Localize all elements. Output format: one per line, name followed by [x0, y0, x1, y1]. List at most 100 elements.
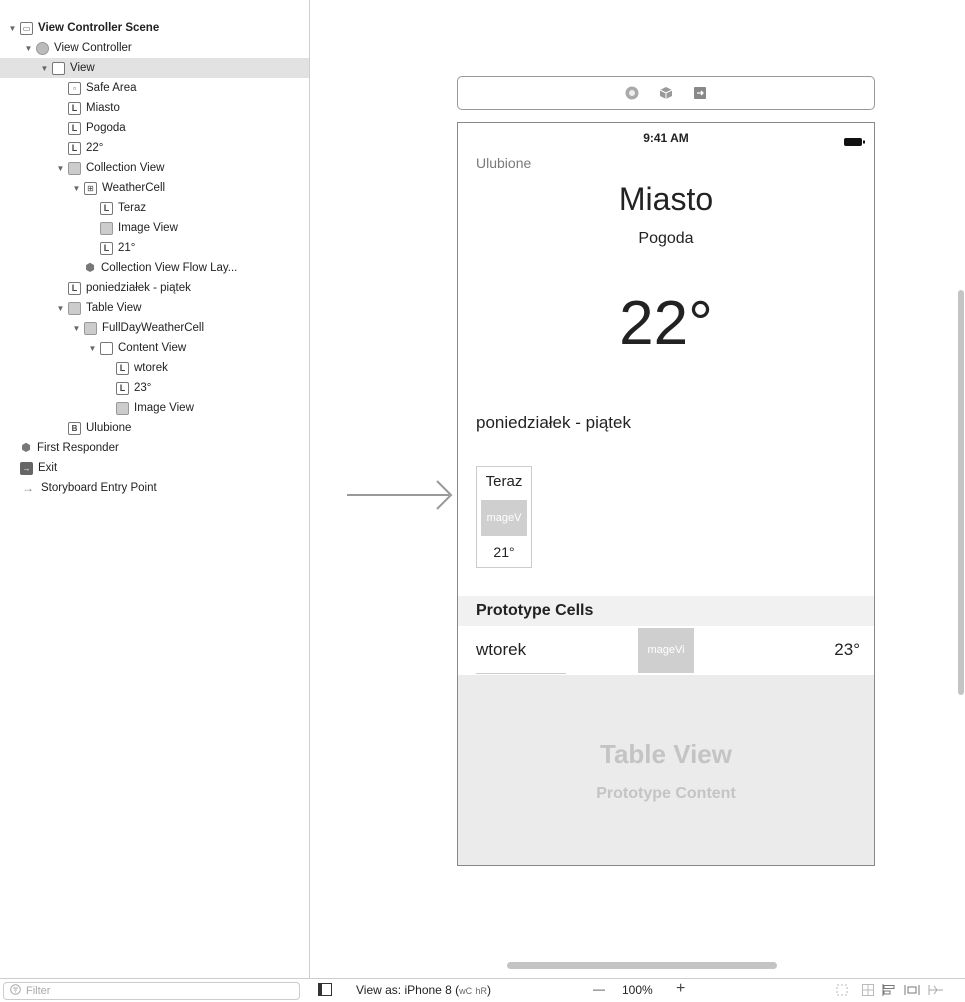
outline-item[interactable]: ▼ ⊞ WeatherCell: [0, 178, 309, 198]
table-view-icon: [68, 301, 81, 315]
outline-item[interactable]: ⬢ Collection View Flow Lay...: [0, 258, 309, 278]
view-controller-icon: [36, 41, 49, 55]
outline-item[interactable]: → Storyboard Entry Point: [0, 478, 309, 498]
resolve-issues-icon[interactable]: [928, 984, 944, 999]
disclosure-triangle-icon[interactable]: ▼: [72, 184, 81, 193]
outline-item[interactable]: ▼ View: [0, 58, 309, 78]
outline-item[interactable]: ▫ Safe Area: [0, 78, 309, 98]
outline-item-label: poniedziałek - piątek: [86, 282, 191, 294]
outline-item-label: 23°: [134, 382, 152, 394]
update-frames-icon[interactable]: [836, 984, 848, 999]
horizontal-scrollbar[interactable]: [507, 962, 777, 969]
zoom-level: 100%: [622, 983, 653, 997]
outline-item[interactable]: → Exit: [0, 458, 309, 478]
battery-icon: [844, 134, 866, 152]
disclosure-triangle-icon[interactable]: ▼: [40, 64, 49, 73]
outline-item[interactable]: Image View: [0, 398, 309, 418]
outline-item[interactable]: ⬢ First Responder: [0, 438, 309, 458]
outline-item[interactable]: ▼ View Controller: [0, 38, 309, 58]
weather-collection-cell[interactable]: Teraz mageV 21°: [476, 466, 532, 568]
embed-in-stack-icon[interactable]: [862, 984, 874, 999]
filter-field[interactable]: Filter: [3, 982, 300, 1000]
add-constraints-icon[interactable]: [904, 984, 920, 999]
view-as-device[interactable]: View as: iPhone 8 (wC hR): [356, 983, 491, 997]
days-label[interactable]: poniedziałek - piątek: [476, 413, 631, 433]
image-view-icon: [116, 401, 129, 415]
cell-separator: [476, 673, 566, 674]
table-placeholder-title: Table View: [600, 739, 732, 769]
outline-item[interactable]: Lponiedziałek - piątek: [0, 278, 309, 298]
outline-item[interactable]: L 23°: [0, 378, 309, 398]
disclosure-triangle-icon[interactable]: ▼: [56, 164, 65, 173]
view-controller-scene[interactable]: 9:41 AM Ulubione Miasto Pogoda 22° ponie…: [457, 122, 875, 866]
first-responder-dock-icon[interactable]: [659, 86, 673, 100]
city-label[interactable]: Miasto: [458, 181, 874, 218]
scene-dock: [457, 76, 875, 110]
weather-label[interactable]: Pogoda: [458, 230, 874, 248]
outline-item-label: 22°: [86, 142, 104, 154]
outline-item[interactable]: L Teraz: [0, 198, 309, 218]
exit-dock-icon[interactable]: [693, 86, 707, 100]
cell-image-view: mageV: [481, 500, 527, 536]
disclosure-triangle-icon[interactable]: ▼: [88, 344, 97, 353]
outline-item[interactable]: Lwtorek: [0, 358, 309, 378]
scene-icon: ▭: [20, 21, 33, 35]
outline-item-label: Safe Area: [86, 82, 137, 94]
outline-item-label: Image View: [134, 402, 194, 414]
outline-item[interactable]: Image View: [0, 218, 309, 238]
storyboard-entry-arrow[interactable]: [345, 470, 455, 520]
collection-view-icon: [68, 161, 81, 175]
first-responder-icon: ⬢: [20, 441, 32, 454]
table-placeholder-subtitle: Prototype Content: [596, 785, 736, 802]
disclosure-triangle-icon[interactable]: ▼: [56, 304, 65, 313]
outline-item-label: Collection View: [86, 162, 165, 174]
outline-item-label: Content View: [118, 342, 187, 354]
outline-item[interactable]: B Ulubione: [0, 418, 309, 438]
outline-item[interactable]: L 21°: [0, 238, 309, 258]
outline-item-label: wtorek: [134, 362, 168, 374]
temperature-label[interactable]: 22°: [458, 288, 874, 359]
outline-item[interactable]: ▼ Collection View: [0, 158, 309, 178]
disclosure-triangle-icon[interactable]: ▼: [24, 44, 33, 53]
disclosure-triangle-icon[interactable]: ▼: [72, 324, 81, 333]
filter-icon: [10, 984, 21, 998]
table-cell-icon: [84, 321, 97, 335]
label-icon: L: [116, 361, 129, 375]
table-view-placeholder[interactable]: Table View Prototype Content: [458, 675, 874, 865]
outline-item[interactable]: L 22°: [0, 138, 309, 158]
view-icon: [100, 341, 113, 355]
toggle-outline-icon[interactable]: [318, 983, 332, 999]
collection-cell-icon: ⊞: [84, 181, 97, 195]
zoom-in-button[interactable]: +: [676, 980, 685, 998]
outline-item[interactable]: ▼ Table View: [0, 298, 309, 318]
button-icon: B: [68, 421, 81, 435]
outline-item-label: 21°: [118, 242, 136, 254]
outline-item-label: View: [70, 62, 95, 74]
align-icon[interactable]: [882, 984, 896, 999]
outline-item-label: Exit: [38, 462, 58, 474]
full-day-weather-cell[interactable]: wtorek mageVi 23°: [458, 626, 874, 673]
document-outline: ▼ ▭ View Controller Scene ▼ View Controller ▼…: [0, 0, 310, 978]
safe-area-icon: ▫: [68, 81, 81, 95]
label-icon: L: [68, 101, 81, 115]
outline-item-label: Storyboard Entry Point: [41, 482, 157, 494]
outline-item[interactable]: ▼ FullDayWeatherCell: [0, 318, 309, 338]
view-as-label: View as: iPhone 8 (: [356, 983, 460, 997]
outline-item[interactable]: ▼ ▭ View Controller Scene: [0, 18, 309, 38]
vertical-scrollbar[interactable]: [958, 290, 964, 695]
cell-temp-label: 21°: [493, 544, 515, 560]
size-class-w: wC: [459, 986, 473, 996]
outline-item[interactable]: L Pogoda: [0, 118, 309, 138]
outline-item-label: Ulubione: [86, 422, 132, 434]
flow-layout-icon: ⬢: [84, 261, 96, 274]
label-icon: L: [68, 141, 81, 155]
favorites-button[interactable]: Ulubione: [476, 155, 531, 171]
view-controller-dock-icon[interactable]: [625, 86, 639, 100]
outline-item[interactable]: L Miasto: [0, 98, 309, 118]
bottom-toolbar: Filter View as: iPhone 8 (wC hR) — 100% …: [0, 978, 965, 1002]
disclosure-triangle-icon[interactable]: ▼: [8, 24, 17, 33]
outline-item[interactable]: ▼ Content View: [0, 338, 309, 358]
zoom-out-button[interactable]: —: [593, 982, 605, 996]
outline-item-label: FullDayWeatherCell: [102, 322, 205, 334]
entry-arrow-icon: →: [20, 480, 36, 495]
